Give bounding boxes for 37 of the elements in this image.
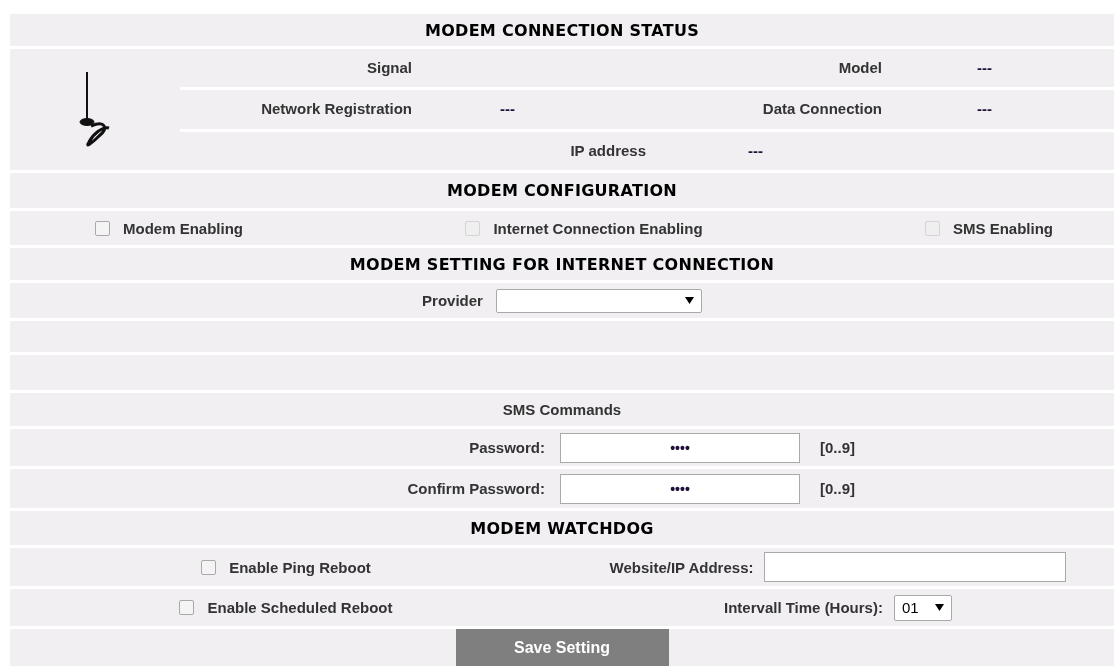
caret-icon bbox=[684, 297, 694, 304]
checkbox-label: SMS Enabling bbox=[953, 219, 1053, 237]
checkbox[interactable] bbox=[179, 600, 195, 615]
field-label: Confirm Password: bbox=[407, 479, 545, 497]
field-label: Intervall Time (Hours): bbox=[724, 599, 883, 616]
password-field[interactable]: •••• bbox=[560, 432, 800, 463]
field-label: Website/IP Address: bbox=[609, 558, 754, 576]
field-value: --- bbox=[500, 100, 515, 118]
field-value: --- bbox=[977, 100, 992, 118]
field-label: Password: bbox=[469, 438, 545, 456]
field-label: IP address bbox=[570, 141, 646, 159]
checkbox-label: Enable Scheduled Reboot bbox=[207, 599, 393, 616]
section-title: MODEM CONFIGURATION bbox=[447, 181, 677, 200]
provider-label: Provider bbox=[422, 292, 483, 309]
address-field[interactable] bbox=[764, 552, 1067, 582]
subsection-title: SMS Commands bbox=[502, 401, 622, 418]
section-title: MODEM SETTING FOR INTERNET CONNECTION bbox=[349, 254, 775, 274]
checkbox-label: Enable Ping Reboot bbox=[229, 558, 371, 576]
checkbox[interactable] bbox=[201, 559, 217, 575]
provider-select[interactable] bbox=[495, 288, 702, 313]
range-hint: [0..9] bbox=[820, 438, 855, 456]
checkbox[interactable] bbox=[95, 220, 110, 236]
caret-icon bbox=[934, 604, 944, 611]
range-hint: [0..9] bbox=[820, 479, 855, 497]
field-value: --- bbox=[977, 59, 992, 77]
section-title: MODEM WATCHDOG bbox=[470, 518, 654, 538]
interval-select[interactable]: 01 bbox=[893, 594, 952, 621]
password-field[interactable]: •••• bbox=[560, 473, 800, 504]
field-label: Network Registration bbox=[261, 100, 412, 118]
checkbox-label: Modem Enabling bbox=[123, 219, 243, 237]
section-title: MODEM CONNECTION STATUS bbox=[424, 20, 700, 40]
save-button[interactable]: Save Setting bbox=[455, 629, 669, 666]
field-label: Model bbox=[838, 59, 882, 77]
field-label: Data Connection bbox=[762, 100, 882, 118]
field-label: Signal bbox=[367, 59, 412, 77]
checkbox-label: Internet Connection Enabling bbox=[493, 219, 703, 237]
field-value: --- bbox=[748, 141, 763, 159]
